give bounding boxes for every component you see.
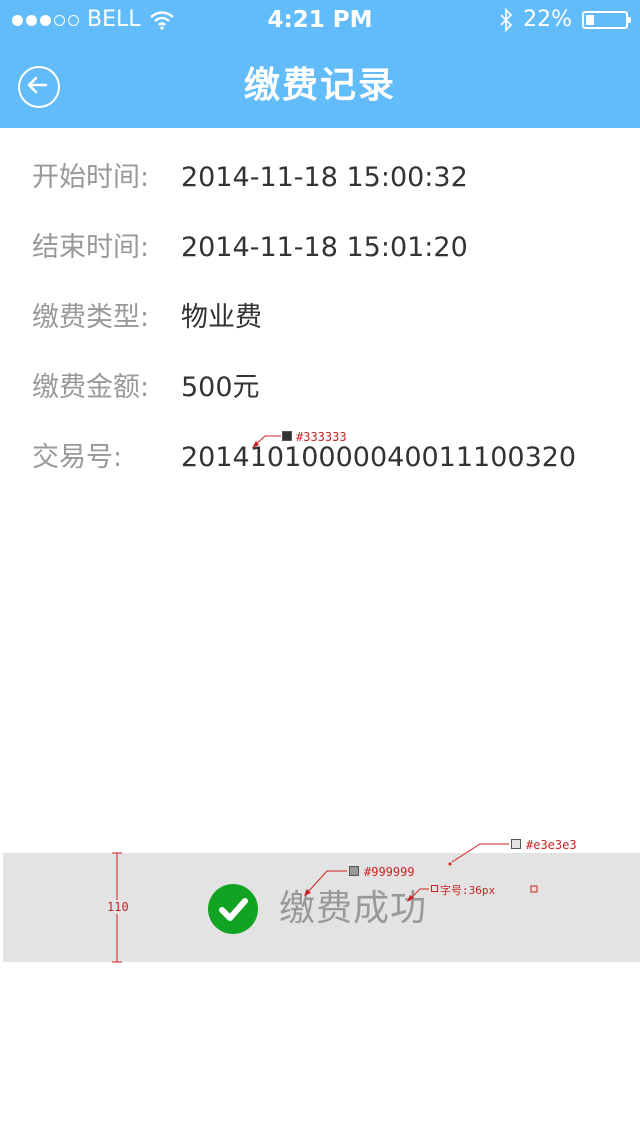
battery-icon — [582, 11, 631, 29]
battery-fill — [586, 15, 594, 25]
color-swatch-333333 — [282, 431, 292, 441]
annotation-color-333333: #333333 — [296, 430, 347, 444]
font-size-marker — [431, 885, 438, 892]
annotation-color-999999: #999999 — [364, 865, 415, 879]
status-right: 22% — [499, 0, 631, 40]
payment-success-bar: 缴费成功 — [3, 853, 640, 962]
detail-label: 缴费金额: — [32, 372, 150, 403]
annotation-color-e3e3e3: #e3e3e3 — [526, 838, 577, 852]
status-bar: BELL 4:21 PM 22% — [0, 0, 640, 40]
success-text: 缴费成功 — [279, 888, 428, 929]
detail-value: 2014-11-18 15:00:32 — [181, 162, 468, 193]
detail-label: 开始时间: — [32, 162, 150, 193]
annotation-bar-height: 110 — [106, 900, 130, 914]
color-swatch-999999 — [349, 866, 359, 876]
page-title: 缴费记录 — [243, 65, 396, 106]
detail-value: 500元 — [181, 372, 260, 403]
header: BELL 4:21 PM 22% 缴费记录 — [0, 0, 640, 128]
detail-value: 2014-11-18 15:01:20 — [181, 232, 468, 263]
detail-value: 物业费 — [181, 302, 262, 333]
detail-label: 交易号: — [32, 442, 123, 473]
color-swatch-e3e3e3 — [511, 839, 521, 849]
detail-label: 结束时间: — [32, 232, 150, 263]
detail-label: 缴费类型: — [32, 302, 150, 333]
battery-percent: 22% — [523, 7, 572, 32]
detail-value: 20141010000040011100320 — [181, 442, 577, 473]
annotation-font-size: 字号:36px — [440, 884, 496, 897]
bluetooth-icon — [500, 8, 513, 32]
check-circle-icon — [208, 884, 258, 934]
